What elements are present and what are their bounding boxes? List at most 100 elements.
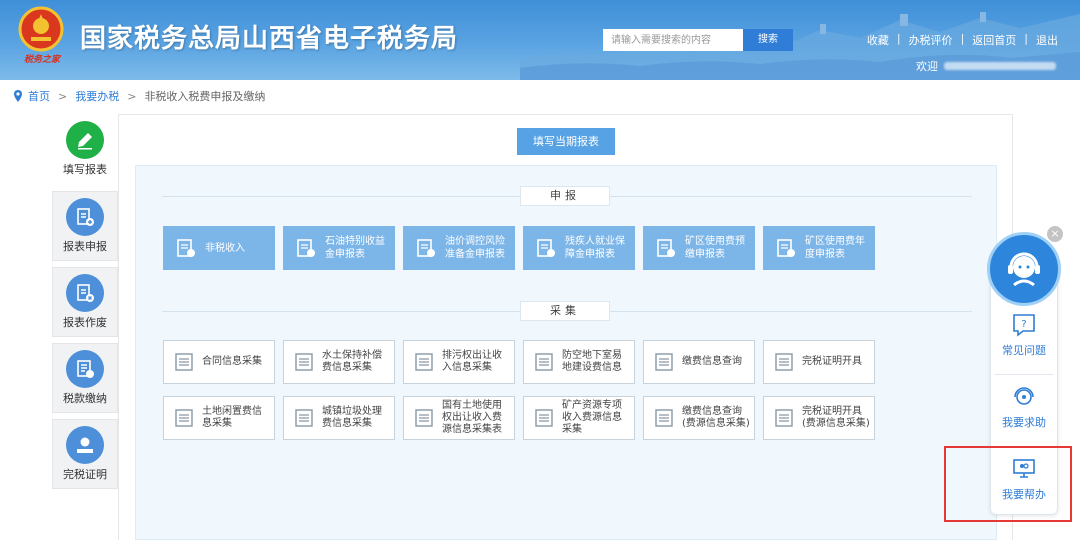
breadcrumb: 首页 > 我要办税 > 非税收入税费申报及缴纳: [12, 88, 265, 104]
nav-fill-report[interactable]: 填写报表: [52, 115, 118, 185]
collect-item-button[interactable]: 合同信息采集: [163, 340, 275, 384]
label-line: 收入费源信息: [562, 412, 622, 423]
label-line: 费信息采集: [322, 418, 372, 429]
nav-report-void[interactable]: 报表作废: [52, 267, 118, 337]
collect-item-label: 缴费信息查询: [682, 356, 742, 368]
label-line: 矿区使用费年: [805, 236, 865, 247]
link-separator: |: [960, 32, 965, 45]
home-link[interactable]: 返回首页: [972, 32, 1016, 48]
collect-item-button[interactable]: 防空地下室易 地建设费信息: [523, 340, 635, 384]
collect-item-label: 缴费信息查询 (费源信息采集): [682, 406, 750, 430]
label-line: 源信息采集表: [442, 424, 502, 435]
declare-item-button[interactable]: 非税收入: [163, 226, 275, 270]
label-line: 息采集: [202, 418, 232, 429]
collect-item-label: 国有土地使用 权出让收入费 源信息采集表: [442, 400, 502, 436]
collect-item-button[interactable]: 水土保持补偿 费信息采集: [283, 340, 395, 384]
nav-label: 完税证明: [63, 468, 107, 481]
declare-item-button[interactable]: 石油特别收益 金申报表: [283, 226, 395, 270]
declare-item-label: 残疾人就业保 障金申报表: [565, 235, 625, 261]
nav-label: 报表作废: [63, 316, 107, 329]
list-icon: [655, 409, 673, 427]
breadcrumb-tax[interactable]: 我要办税: [75, 88, 119, 104]
collect-item-button[interactable]: 缴费信息查询: [643, 340, 755, 384]
collect-item-button[interactable]: 城镇垃圾处理 费信息采集: [283, 396, 395, 440]
declare-item-label: 非税收入: [205, 242, 245, 255]
close-icon[interactable]: ×: [1047, 226, 1063, 242]
collect-item-button[interactable]: 排污权出让收 入信息采集: [403, 340, 515, 384]
declare-section-label: 申报: [520, 186, 610, 206]
label-line: 缴费信息查询: [682, 356, 742, 367]
report-upload-icon: [66, 198, 104, 236]
declare-item-button[interactable]: 油价调控风险 准备金申报表: [403, 226, 515, 270]
top-links: 收藏 | 办税评价 | 返回首页 | 退出: [867, 32, 1058, 48]
breadcrumb-home[interactable]: 首页: [28, 88, 50, 104]
redacted-username: [944, 62, 1056, 70]
collect-item-label: 合同信息采集: [202, 356, 262, 368]
customer-service-icon[interactable]: [987, 232, 1061, 306]
link-separator: |: [896, 32, 901, 45]
tax-evaluation-link[interactable]: 办税评价: [909, 32, 953, 48]
report-void-icon: [66, 274, 104, 312]
list-icon: [775, 409, 793, 427]
search-input[interactable]: [603, 29, 743, 51]
label-line: 入信息采集: [442, 362, 492, 373]
label-line: 障金申报表: [565, 249, 615, 260]
declare-item-label: 油价调控风险 准备金申报表: [445, 235, 505, 261]
collect-item-button[interactable]: 土地闲置费信 息采集: [163, 396, 275, 440]
site-header: 税务之家 国家税务总局山西省电子税务局 搜索 收藏 | 办税评价 | 返回首页 …: [0, 0, 1080, 80]
fill-current-report-button[interactable]: 填写当期报表: [517, 128, 615, 155]
form-icon: [177, 239, 195, 257]
label-line: 费信息采集: [322, 362, 372, 373]
label-line: 石油特别收益: [325, 236, 385, 247]
declare-item-button[interactable]: 矿区使用费预 缴申报表: [643, 226, 755, 270]
declare-item-button[interactable]: 残疾人就业保 障金申报表: [523, 226, 635, 270]
help-request[interactable]: 我要求助: [990, 384, 1058, 430]
breadcrumb-current: 非税收入税费申报及缴纳: [144, 90, 266, 103]
logout-link[interactable]: 退出: [1036, 32, 1058, 48]
form-icon: [777, 239, 795, 257]
question-icon: ?: [1013, 314, 1035, 337]
list-icon: [535, 409, 553, 427]
nav-label: 报表申报: [63, 240, 107, 253]
label-line: 排污权出让收: [442, 350, 502, 361]
help-faq[interactable]: ? 常见问题: [990, 312, 1058, 358]
label-line: 缴申报表: [685, 249, 725, 260]
collect-item-label: 水土保持补偿 费信息采集: [322, 350, 382, 374]
label-line: 完税证明开具: [802, 356, 862, 367]
favorite-link[interactable]: 收藏: [867, 32, 889, 48]
list-icon: [655, 353, 673, 371]
nav-tax-payment[interactable]: 税款缴纳: [52, 343, 118, 413]
label-line: 防空地下室易: [562, 350, 622, 361]
collect-item-button[interactable]: 国有土地使用 权出让收入费 源信息采集表: [403, 396, 515, 440]
certificate-icon: [66, 426, 104, 464]
nav-report-declare[interactable]: 报表申报: [52, 191, 118, 261]
help-faq-label: 常见问题: [1002, 344, 1046, 357]
declare-item-label: 矿区使用费年 度申报表: [805, 235, 865, 261]
nav-tax-certificate[interactable]: 完税证明: [52, 419, 118, 489]
collect-item-button[interactable]: 完税证明开具: [763, 340, 875, 384]
nav-label: 填写报表: [63, 163, 107, 176]
help-divider: [994, 374, 1054, 375]
label-line: 水土保持补偿: [322, 350, 382, 361]
nav-label: 税款缴纳: [63, 392, 107, 405]
label-line: (费源信息采集): [802, 418, 870, 429]
list-icon: [415, 353, 433, 371]
label-line: 缴费信息查询: [682, 406, 742, 417]
welcome-text: 欢迎: [916, 60, 938, 73]
label-line: 度申报表: [805, 249, 845, 260]
label-line: 城镇垃圾处理: [322, 406, 382, 417]
form-icon: [417, 239, 435, 257]
collect-item-button[interactable]: 缴费信息查询 (费源信息采集): [643, 396, 755, 440]
tax-payment-icon: [66, 350, 104, 388]
list-icon: [175, 353, 193, 371]
search-button[interactable]: 搜索: [743, 29, 793, 51]
label-line: 矿区使用费预: [685, 236, 745, 247]
collect-item-button[interactable]: 完税证明开具 (费源信息采集): [763, 396, 875, 440]
label-line: 采集: [562, 424, 582, 435]
label-line: 地建设费信息: [562, 362, 622, 373]
declare-item-button[interactable]: 矿区使用费年 度申报表: [763, 226, 875, 270]
label-line: 准备金申报表: [445, 249, 505, 260]
breadcrumb-separator: >: [127, 89, 137, 103]
collect-item-button[interactable]: 矿产资源专项 收入费源信息 采集: [523, 396, 635, 440]
link-separator: |: [1024, 32, 1028, 45]
